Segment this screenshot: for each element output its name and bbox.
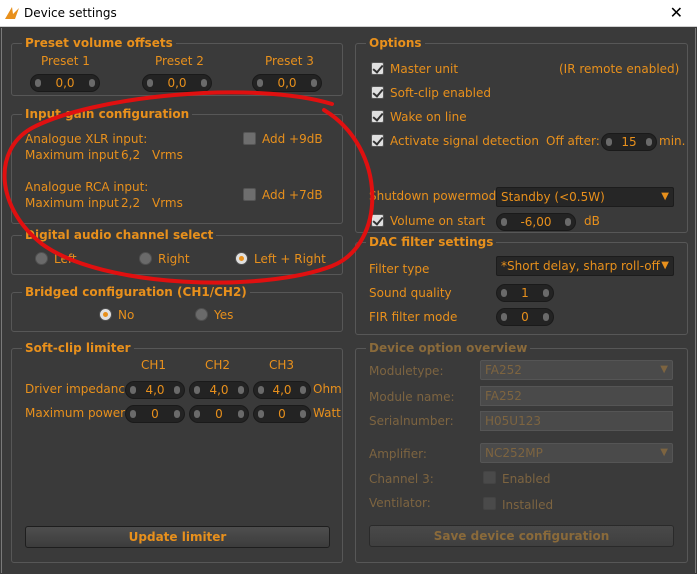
- update-limiter-button[interactable]: Update limiter: [25, 526, 330, 548]
- wing-logo-icon: [5, 7, 19, 19]
- soft-clip-title: Soft-clip limiter: [22, 341, 134, 355]
- ch2-header: CH2: [205, 358, 231, 372]
- ch1-header: CH1: [141, 358, 167, 372]
- device-overview-group: Device option overview Moduletype: FA252…: [355, 341, 688, 563]
- ch2-power-spinbox[interactable]: 0: [189, 405, 249, 423]
- moduletype-label: Moduletype:: [369, 364, 444, 378]
- module-name-field[interactable]: FA252: [480, 386, 673, 406]
- soft-clip-group: Soft-clip limiter CH1 CH2 CH3 Driver imp…: [11, 341, 343, 563]
- preset-2-label: Preset 2: [155, 54, 204, 68]
- power-unit: Watt: [313, 406, 341, 420]
- chevron-down-icon: ▼: [661, 260, 669, 271]
- ir-remote-note: (IR remote enabled): [559, 62, 680, 76]
- preset-1-label: Preset 1: [41, 54, 90, 68]
- off-after-label: Off after:: [546, 134, 600, 148]
- ventilator-label: Ventilator:: [369, 496, 431, 510]
- channel3-label: Channel 3:: [369, 472, 434, 486]
- amplifier-label: Amplifier:: [369, 447, 427, 461]
- fir-filter-spinbox[interactable]: 0: [496, 308, 554, 326]
- channel3-enabled-label: Enabled: [502, 472, 551, 486]
- volume-on-start-spinbox[interactable]: -6,00: [496, 213, 576, 231]
- shutdown-powermode-label: Shutdown powermode:: [369, 189, 508, 203]
- red-ellipse-annotation: [2, 90, 375, 285]
- dac-filter-title: DAC filter settings: [366, 235, 497, 249]
- sound-quality-spinbox[interactable]: 1: [496, 284, 554, 302]
- bridged-group: Bridged configuration (CH1/CH2) No Yes: [11, 285, 343, 332]
- ventilator-installed-label: Installed: [502, 498, 554, 512]
- volume-unit: dB: [584, 214, 600, 228]
- off-after-unit: min.: [659, 134, 686, 148]
- ch3-power-spinbox[interactable]: 0: [253, 405, 311, 423]
- signal-detection-label: Activate signal detection: [390, 134, 539, 148]
- serialnumber-field[interactable]: H05U123: [480, 411, 673, 431]
- ch2-impedance-spinbox[interactable]: 4,0: [189, 381, 249, 399]
- window-title: Device settings: [24, 6, 117, 20]
- shutdown-powermode-combo[interactable]: Standby (<0.5W) ▼: [496, 187, 674, 207]
- options-title: Options: [366, 36, 425, 50]
- title-bar: Device settings ✕: [0, 0, 697, 27]
- module-name-label: Module name:: [369, 390, 455, 404]
- bridged-no-label: No: [118, 308, 135, 322]
- maximum-power-label: Maximum power: [25, 406, 126, 420]
- off-after-spinbox[interactable]: 15: [601, 133, 657, 151]
- bridged-yes-label: Yes: [214, 308, 234, 322]
- chevron-down-icon: ▼: [660, 447, 668, 458]
- options-group: Options Master unit (IR remote enabled) …: [355, 36, 688, 233]
- bridged-yes-radio[interactable]: [195, 308, 208, 321]
- fir-filter-label: FIR filter mode: [369, 310, 458, 324]
- serialnumber-label: Serialnumber:: [369, 414, 454, 428]
- wake-on-line-label: Wake on line: [390, 110, 467, 124]
- ch1-power-spinbox[interactable]: 0: [125, 405, 185, 423]
- amplifier-combo[interactable]: NC252MP ▼: [480, 443, 673, 463]
- close-icon[interactable]: ✕: [670, 3, 683, 22]
- channel3-enabled-checkbox[interactable]: [483, 471, 496, 484]
- volume-on-start-label: Volume on start: [390, 214, 486, 228]
- impedance-unit: Ohm: [313, 382, 342, 396]
- dac-filter-group: DAC filter settings Filter type *Short d…: [355, 235, 688, 335]
- save-device-configuration-button[interactable]: Save device configuration: [369, 525, 674, 547]
- chevron-down-icon: ▼: [660, 364, 668, 375]
- bridged-no-radio[interactable]: [99, 308, 112, 321]
- preset-3-label: Preset 3: [265, 54, 314, 68]
- soft-clip-enabled-label: Soft-clip enabled: [390, 86, 491, 100]
- device-overview-title: Device option overview: [366, 341, 531, 355]
- client-area: Preset volume offsets Preset 1 Preset 2 …: [1, 28, 696, 573]
- chevron-down-icon: ▼: [661, 191, 669, 202]
- ch1-impedance-spinbox[interactable]: 4,0: [125, 381, 185, 399]
- ventilator-installed-checkbox[interactable]: [483, 497, 496, 510]
- ch3-header: CH3: [269, 358, 295, 372]
- moduletype-combo[interactable]: FA252 ▼: [480, 360, 673, 380]
- master-unit-label: Master unit: [390, 62, 459, 76]
- master-unit-checkbox[interactable]: [371, 62, 384, 75]
- preset-volume-title: Preset volume offsets: [22, 36, 176, 50]
- filter-type-combo[interactable]: *Short delay, sharp roll-off ▼: [496, 256, 674, 276]
- driver-impedance-label: Driver impedance: [25, 382, 133, 396]
- ch3-impedance-spinbox[interactable]: 4,0: [253, 381, 311, 399]
